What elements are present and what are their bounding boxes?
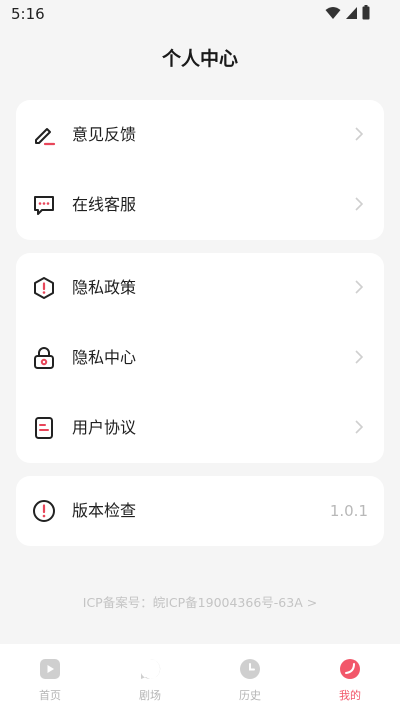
- menu-item-online-service[interactable]: 在线客服: [16, 170, 384, 240]
- profile-icon: [340, 659, 360, 679]
- status-bar: 5:16: [0, 0, 400, 28]
- tab-home[interactable]: 首页: [0, 644, 100, 711]
- menu-item-privacy-center[interactable]: 隐私中心: [16, 323, 384, 393]
- tab-history[interactable]: 历史: [200, 644, 300, 711]
- theater-play-icon: [141, 658, 161, 679]
- tab-label-theater: 剧场: [139, 689, 161, 702]
- chevron-right-icon: [355, 280, 364, 294]
- chevron-right-icon: [355, 350, 364, 364]
- page-title: 个人中心: [161, 48, 238, 70]
- tab-profile[interactable]: 我的: [300, 644, 400, 711]
- tab-label-profile: 我的: [339, 689, 361, 702]
- icp-license-link[interactable]: ICP备案号：皖ICP备19004366号-63A >: [0, 592, 400, 611]
- lock-icon: [34, 347, 54, 369]
- card-feedback-service: 意见反馈 在线客服: [16, 100, 384, 240]
- battery-icon: [362, 5, 370, 20]
- menu-item-privacy-policy[interactable]: 隐私政策: [16, 253, 384, 323]
- menu-label-privacy-center: 隐私中心: [72, 348, 137, 367]
- version-number: 1.0.1: [329, 502, 368, 520]
- chevron-right-icon: [355, 420, 364, 434]
- menu-label-feedback: 意见反馈: [72, 125, 137, 144]
- status-icons: [325, 5, 370, 20]
- card-privacy: 隐私政策 隐私中心 用户协议: [16, 253, 384, 463]
- tab-label-home: 首页: [39, 689, 61, 702]
- chevron-right-icon: [355, 127, 364, 141]
- document-icon: [35, 417, 53, 439]
- bottom-tab-bar: 首页 剧场 历史 我的: [0, 644, 400, 711]
- status-time: 5:16: [11, 5, 45, 23]
- menu-label-privacy-policy: 隐私政策: [72, 278, 137, 297]
- tab-theater[interactable]: 剧场: [100, 644, 200, 711]
- menu-item-feedback[interactable]: 意见反馈: [16, 100, 384, 170]
- signal-icon: [346, 6, 357, 19]
- menu-item-user-agreement[interactable]: 用户协议: [16, 393, 384, 463]
- edit-pencil-icon: [35, 128, 56, 146]
- chevron-right-icon: [355, 197, 364, 211]
- home-play-icon: [40, 659, 60, 679]
- info-circle-icon: [33, 500, 55, 522]
- tab-label-history: 历史: [239, 689, 261, 702]
- menu-label-version-check: 版本检查: [72, 501, 137, 520]
- shield-alert-icon: [34, 277, 54, 299]
- chat-bubble-icon: [34, 196, 54, 215]
- menu-label-online-service: 在线客服: [72, 195, 137, 214]
- clock-icon: [240, 659, 260, 679]
- menu-label-user-agreement: 用户协议: [72, 418, 137, 437]
- card-version: 版本检查 1.0.1: [16, 476, 384, 546]
- menu-item-version-check[interactable]: 版本检查 1.0.1: [16, 476, 384, 546]
- wifi-icon: [325, 6, 341, 19]
